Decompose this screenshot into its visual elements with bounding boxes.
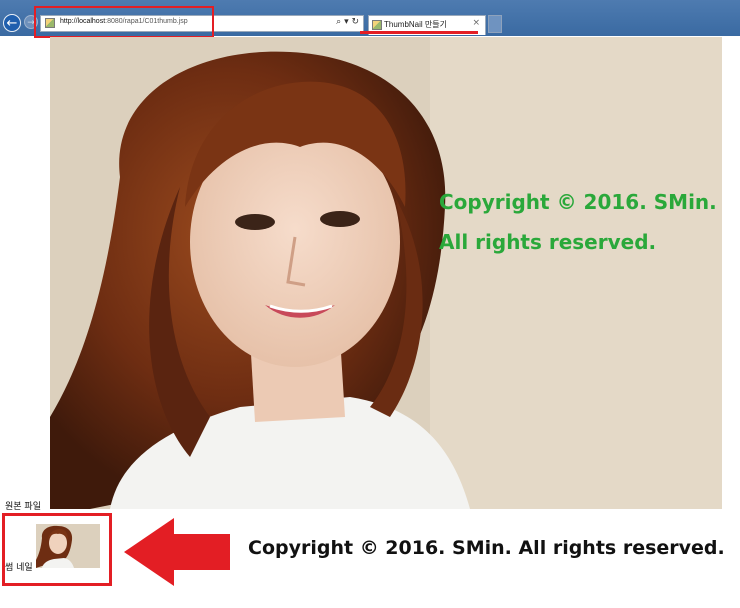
original-file-label: 원본 파일 — [5, 502, 41, 512]
tab-highlight-underline — [360, 31, 478, 34]
bottom-watermark-text: Copyright © 2016. SMin. All rights reser… — [248, 537, 725, 559]
new-tab-button[interactable] — [488, 15, 502, 33]
tab-close-icon[interactable]: × — [472, 18, 480, 28]
back-arrow-icon[interactable]: ← — [3, 14, 21, 32]
tab-favicon-icon — [372, 20, 382, 30]
image-watermark: Copyright © 2016. SMin. All rights reser… — [439, 182, 717, 262]
original-image: Copyright © 2016. SMin. All rights reser… — [50, 37, 722, 509]
search-refresh-icons[interactable]: ⌕ ▾ ↻ — [336, 17, 359, 27]
watermark-line-2: All rights reserved. — [439, 230, 657, 254]
red-arrow-icon — [124, 518, 230, 586]
thumbnail-highlight-box — [2, 513, 112, 586]
tab-title: ThumbNail 만들기 — [384, 20, 447, 29]
portrait-illustration — [50, 37, 722, 509]
watermark-line-1: Copyright © 2016. SMin. — [439, 190, 717, 214]
address-highlight-box — [34, 6, 214, 38]
